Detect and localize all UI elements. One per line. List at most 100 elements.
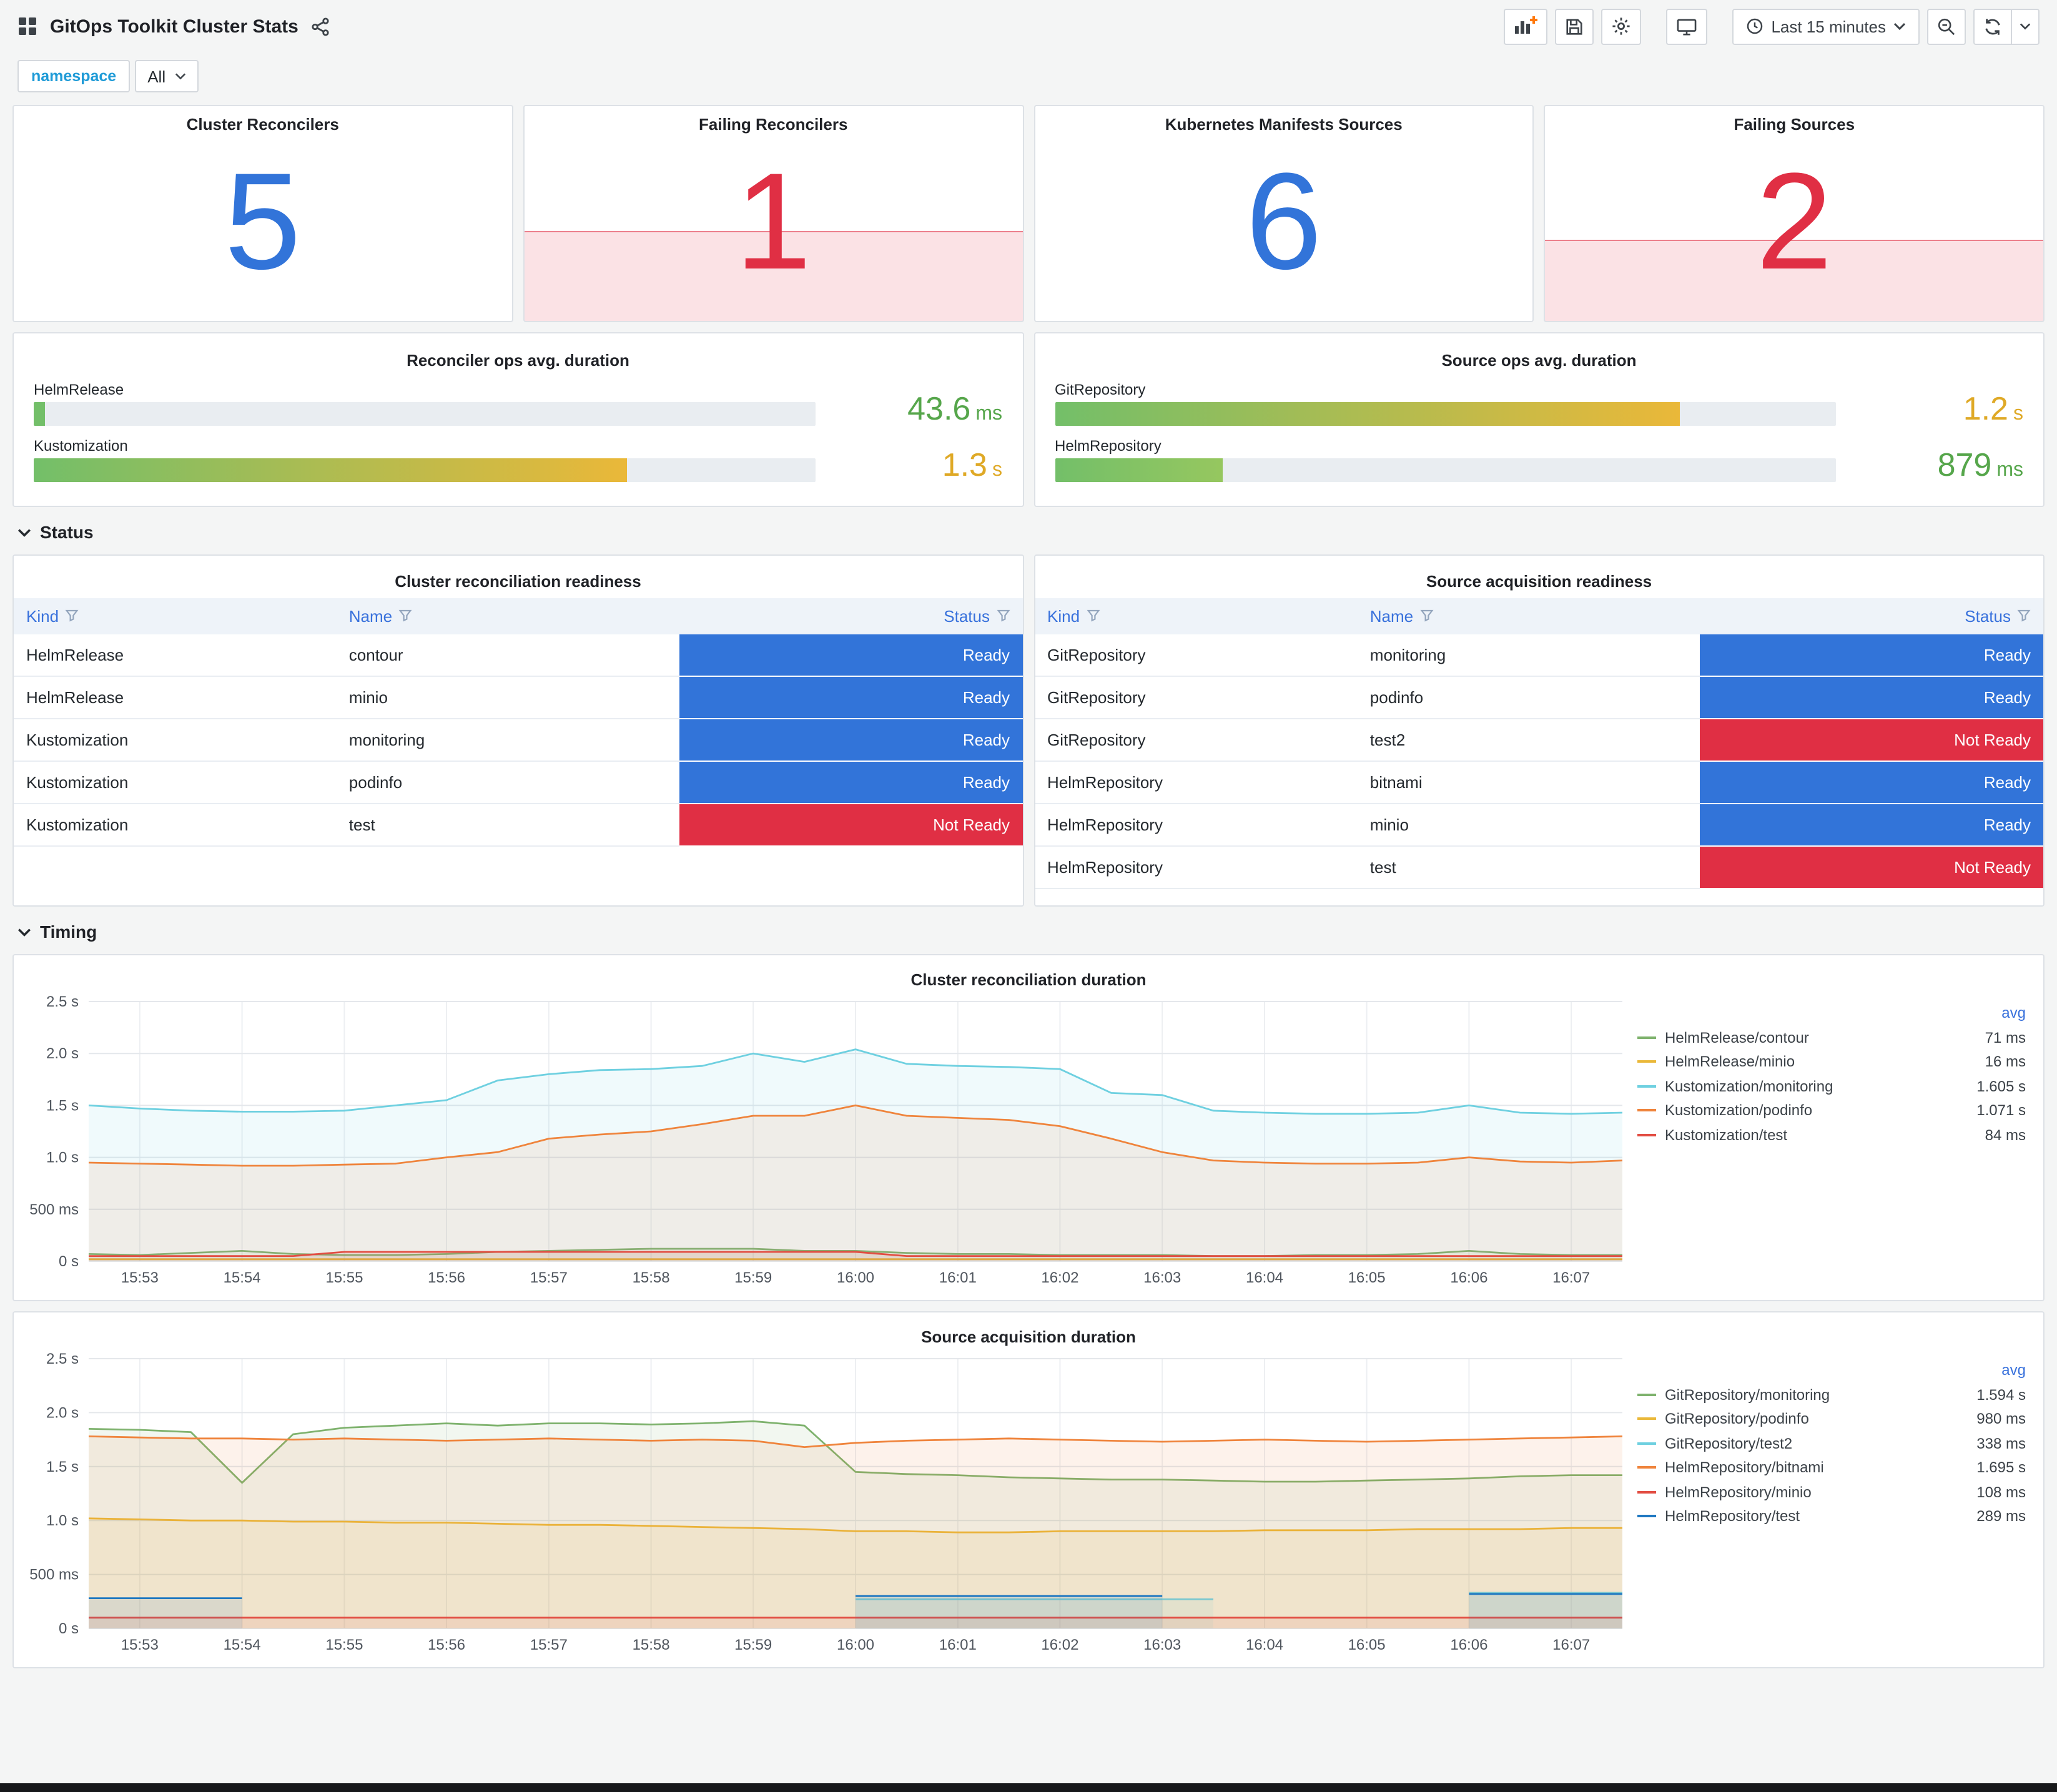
svg-text:16:00: 16:00 — [837, 1269, 874, 1286]
legend-item-helmrelease-contour[interactable]: HelmRelease/contour 71 ms — [1637, 1025, 2028, 1050]
column-header-status[interactable]: Status — [1700, 598, 2043, 634]
column-label: Name — [1369, 608, 1414, 627]
svg-text:15:55: 15:55 — [325, 1269, 363, 1286]
legend-series-name: HelmRelease/minio — [1665, 1053, 1795, 1071]
time-series-plot[interactable]: 15:53 15:54 15:55 15:56 15:57 15:58 15:59 16:00… — [24, 989, 1637, 1291]
svg-text:15:58: 15:58 — [633, 1637, 670, 1653]
column-header-kind[interactable]: Kind — [14, 598, 337, 634]
legend-series-name: HelmRepository/test — [1665, 1507, 1800, 1525]
gauge-label: Kustomization — [34, 437, 128, 455]
gauge-label: HelmRepository — [1055, 437, 1162, 455]
legend-item-kustomization-test[interactable]: Kustomization/test 84 ms — [1637, 1123, 2028, 1147]
status-badge: Ready — [1700, 677, 2043, 718]
variable-namespace-label: namespace — [17, 60, 131, 92]
panel-title: Source acquisition duration — [921, 1327, 1136, 1346]
panel-title: Failing Sources — [1734, 115, 1855, 134]
panel-title: Cluster Reconcilers — [186, 115, 339, 134]
cell-name: minio — [336, 676, 679, 719]
dashboard-header: GitOps Toolkit Cluster Stats Last 15 min… — [0, 0, 2057, 52]
cell-status: Ready — [1700, 676, 2043, 719]
svg-text:16:06: 16:06 — [1450, 1637, 1487, 1653]
chart-panel-cluster-reconciliation-duration: Cluster reconciliation duration 15:53 15:5… — [12, 954, 2045, 1301]
cell-name: monitoring — [1357, 634, 1700, 677]
refresh-button[interactable] — [1973, 8, 2012, 44]
legend-item-helmrelease-minio[interactable]: HelmRelease/minio 16 ms — [1637, 1050, 2028, 1074]
svg-text:0 s: 0 s — [59, 1253, 79, 1270]
template-variables-row: namespace All — [0, 52, 2057, 105]
legend-item-gitrepository-podinfo[interactable]: GitRepository/podinfo 980 ms — [1637, 1407, 2028, 1431]
legend-item-kustomization-monitoring[interactable]: Kustomization/monitoring 1.605 s — [1637, 1074, 2028, 1098]
svg-text:15:54: 15:54 — [224, 1637, 261, 1653]
stat-panel-kubernetes-manifests-sources: Kubernetes Manifests Sources 6 — [1033, 105, 1534, 322]
time-picker-button[interactable]: Last 15 minutes — [1732, 8, 1920, 44]
gauge-value-number: 1.2 — [1963, 390, 2008, 427]
add-panel-button[interactable] — [1504, 8, 1548, 44]
monitor-icon — [1677, 18, 1697, 35]
table-row: Kustomization monitoring Ready — [14, 719, 1022, 762]
share-icon[interactable] — [311, 17, 330, 36]
legend-item-helmrepository-bitnami[interactable]: HelmRepository/bitnami 1.695 s — [1637, 1455, 2028, 1480]
status-badge: Ready — [1700, 804, 2043, 845]
cell-kind: HelmRepository — [1035, 761, 1358, 804]
dashboard-settings-button[interactable] — [1601, 8, 1642, 44]
chevron-down-icon — [17, 927, 31, 936]
svg-text:16:02: 16:02 — [1041, 1269, 1078, 1286]
svg-text:16:04: 16:04 — [1246, 1269, 1283, 1286]
svg-text:1.0 s: 1.0 s — [46, 1512, 79, 1529]
gauge-track — [1055, 458, 1836, 482]
svg-text:15:54: 15:54 — [224, 1269, 261, 1286]
chevron-down-icon — [1893, 22, 1906, 30]
zoom-out-icon — [1938, 17, 1955, 35]
legend-item-helmrepository-test[interactable]: HelmRepository/test 289 ms — [1637, 1504, 2028, 1529]
legend-avg-header: avg — [2001, 1361, 2026, 1379]
svg-text:15:59: 15:59 — [734, 1269, 772, 1286]
chart-legend: avg HelmRelease/contour 71 ms HelmRelease/m… — [1637, 989, 2033, 1291]
column-header-status[interactable]: Status — [679, 598, 1022, 634]
variable-namespace-select[interactable]: All — [135, 60, 199, 92]
legend-series-swatch — [1637, 1133, 1656, 1136]
cycle-view-button[interactable] — [1666, 8, 1708, 44]
status-badge: Ready — [679, 719, 1022, 761]
panel-title: Failing Reconcilers — [699, 115, 848, 134]
header-toolbar: Last 15 minutes — [1504, 8, 2040, 44]
gauge-value: 879 ms — [1836, 448, 2023, 482]
panel-title: Source acquisition readiness — [1426, 572, 1652, 591]
table-row: HelmRepository test Not Ready — [1035, 846, 2043, 889]
zoom-out-button[interactable] — [1927, 8, 1966, 44]
cell-name: test2 — [1357, 719, 1700, 762]
legend-item-gitrepository-monitoring[interactable]: GitRepository/monitoring 1.594 s — [1637, 1382, 2028, 1407]
legend-item-kustomization-podinfo[interactable]: Kustomization/podinfo 1.071 s — [1637, 1098, 2028, 1123]
column-header-name[interactable]: Name — [1357, 598, 1700, 634]
dashboard-grid-icon[interactable] — [17, 16, 37, 36]
chart-panel-source-acquisition-duration: Source acquisition duration 15:53 15:54 15:… — [12, 1311, 2045, 1668]
column-label: Kind — [1047, 608, 1080, 627]
legend-series-swatch — [1637, 1515, 1656, 1518]
gauge-value: 1.2 s — [1836, 392, 2023, 426]
section-title: Timing — [40, 922, 97, 942]
svg-text:500 ms: 500 ms — [29, 1567, 79, 1583]
legend-series-avg: 71 ms — [1985, 1028, 2026, 1046]
chart-body: 15:53 15:54 15:55 15:56 15:57 15:58 15:59 16:00… — [24, 989, 2033, 1291]
time-series-plot[interactable]: 15:53 15:54 15:55 15:56 15:57 15:58 15:59 16:00… — [24, 1346, 1637, 1658]
section-row-timing[interactable]: Timing — [12, 919, 2045, 944]
column-header-name[interactable]: Name — [336, 598, 679, 634]
section-row-status[interactable]: Status — [12, 519, 2045, 544]
svg-text:15:56: 15:56 — [428, 1269, 465, 1286]
legend-item-helmrepository-minio[interactable]: HelmRepository/minio 108 ms — [1637, 1480, 2028, 1504]
table-row: GitRepository podinfo Ready — [1035, 676, 2043, 719]
cell-name: test — [1357, 846, 1700, 889]
refresh-interval-button[interactable] — [2012, 8, 2040, 44]
dashboard-title: GitOps Toolkit Cluster Stats — [50, 16, 298, 37]
svg-text:15:53: 15:53 — [121, 1269, 159, 1286]
stat-value: 2 — [1756, 145, 1833, 298]
save-dashboard-button[interactable] — [1555, 8, 1594, 44]
cell-name: bitnami — [1357, 761, 1700, 804]
column-header-kind[interactable]: Kind — [1035, 598, 1358, 634]
legend-series-name: HelmRepository/bitnami — [1665, 1459, 1824, 1477]
legend-series-swatch — [1637, 1393, 1656, 1396]
legend-item-gitrepository-test2[interactable]: GitRepository/test2 338 ms — [1637, 1431, 2028, 1455]
legend-series-swatch — [1637, 1109, 1656, 1112]
cell-status: Ready — [679, 761, 1022, 804]
gauge-bar-fill — [34, 402, 46, 426]
table-header-row: Kind Name Status — [1035, 598, 2043, 634]
